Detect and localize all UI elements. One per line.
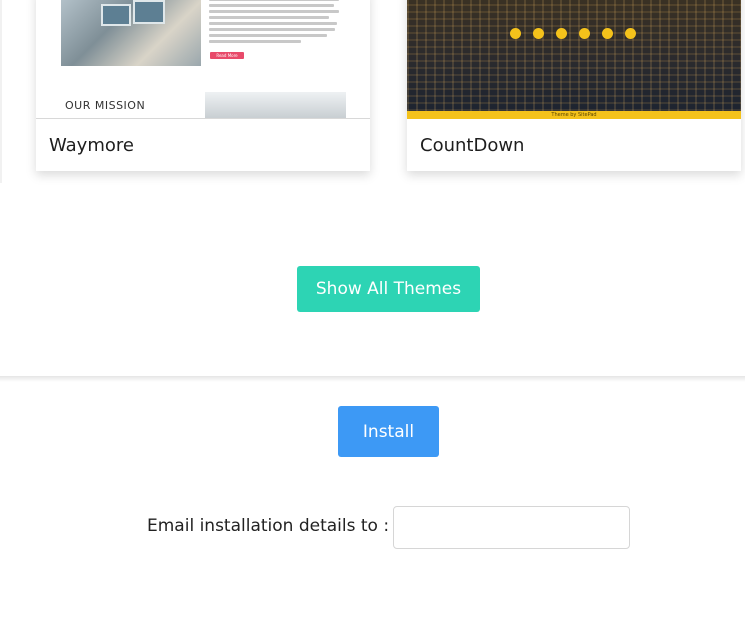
theme-card-waymore[interactable]: Read More OUR MISSION Waymore [36, 0, 370, 171]
install-button[interactable]: Install [338, 406, 439, 457]
theme-thumbnail-waymore[interactable]: Read More OUR MISSION [36, 0, 370, 119]
office-photo [61, 0, 201, 66]
theme-card-countdown[interactable]: Theme by SitePad CountDown [407, 0, 741, 171]
previous-card-edge [0, 0, 2, 183]
theme-thumbnail-countdown[interactable]: Theme by SitePad [407, 0, 741, 119]
thumb-read-more-button: Read More [210, 52, 244, 59]
ceiling-photo [205, 92, 346, 118]
linkedin-icon [579, 28, 590, 39]
google-plus-icon [556, 28, 567, 39]
email-input[interactable] [393, 506, 630, 549]
show-all-themes-button[interactable]: Show All Themes [297, 266, 480, 312]
tumblr-icon [625, 28, 636, 39]
thumb-mission-heading: OUR MISSION [65, 99, 146, 112]
themes-section: Read More OUR MISSION Waymore Theme by S… [0, 0, 745, 376]
theme-title-waymore[interactable]: Waymore [49, 135, 134, 156]
facebook-icon [510, 28, 521, 39]
city-night-photo [407, 0, 741, 111]
thumb-footer: Theme by SitePad [407, 111, 741, 119]
section-divider [0, 376, 745, 382]
email-label: Email installation details to : [147, 516, 390, 536]
twitter-icon [533, 28, 544, 39]
theme-title-countdown[interactable]: CountDown [420, 135, 524, 156]
instagram-icon [602, 28, 613, 39]
